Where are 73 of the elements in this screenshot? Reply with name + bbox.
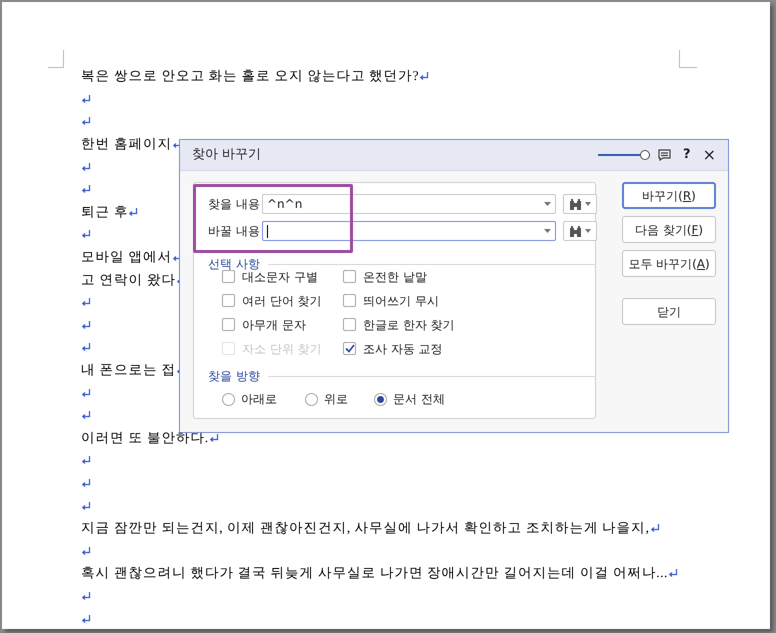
input-field[interactable]: ^n^n (262, 194, 556, 214)
paragraph-mark-icon (81, 590, 91, 601)
text-line: 퇴근 후 (81, 202, 128, 221)
paragraph-mark-icon (81, 478, 91, 488)
paragraph-mark-icon (81, 614, 91, 624)
checkbox[interactable] (222, 294, 235, 307)
checkbox-label[interactable]: 띄어쓰기 무시 (363, 292, 439, 310)
paragraph-mark-icon (650, 523, 660, 534)
paragraph-mark-icon (668, 568, 678, 578)
field-label: 찾을 내용 (208, 196, 261, 213)
paragraph-mark-icon (208, 432, 219, 443)
dropdown-arrow-icon[interactable] (544, 229, 551, 233)
paragraph-mark-icon (81, 342, 91, 352)
dropdown-arrow-icon[interactable] (544, 202, 551, 206)
dropdown-arrow-icon (585, 202, 591, 206)
paragraph-mark-icon (81, 116, 91, 126)
checkbox[interactable] (222, 270, 235, 283)
checkbox-label: 자소 단위 찾기 (242, 340, 322, 358)
checkbox-label[interactable]: 조사 자동 교정 (363, 340, 443, 358)
paragraph-mark-icon (128, 206, 138, 217)
text-line: 이러면 또 불안하다. (81, 428, 209, 447)
checkbox-label[interactable]: 온전한 낱말 (363, 268, 427, 286)
section-title: 찾을 방향 (208, 368, 260, 385)
radio-label[interactable]: 아래로 (241, 390, 277, 408)
comment-icon[interactable] (658, 149, 672, 161)
paragraph-mark-icon (419, 71, 430, 82)
section-title: 선택 사항 (208, 256, 260, 272)
checkbox[interactable] (343, 270, 356, 283)
checkbox[interactable] (222, 318, 235, 331)
checkbox-label[interactable]: 여러 단어 찾기 (242, 292, 322, 310)
dialog-button[interactable]: 다음 찾기(F) (622, 216, 716, 243)
paragraph-mark-icon (81, 546, 91, 556)
slider-thumb[interactable] (640, 150, 650, 160)
dialog-button[interactable]: 모두 바꾸기(A) (622, 250, 716, 277)
search-options-button[interactable] (563, 221, 597, 241)
checkbox-label[interactable]: 아무개 문자 (242, 316, 306, 334)
close-button[interactable]: × (702, 147, 716, 163)
text-line: 한번 홈페이지 (81, 134, 172, 153)
text-line: 복은 쌍으로 안오고 화는 홀로 오지 않는다고 했던가? (81, 67, 420, 86)
text-line: 모바일 앱에서 (81, 248, 172, 266)
corner-mark-icon (679, 50, 697, 68)
checkbox[interactable] (343, 294, 356, 307)
paragraph-mark-icon (81, 229, 91, 240)
window-title: 찾아 바꾸기 (192, 146, 262, 164)
paragraph-mark-icon (81, 162, 91, 172)
text-line: 혹시 괜찮으려니 했다가 결국 뒤늦게 사무실로 나가면 장애시간만 길어지는데 이걸 어쩌나... (81, 564, 668, 582)
paragraph-mark-icon (81, 297, 91, 308)
paragraph-mark-icon (81, 388, 91, 398)
help-button[interactable]: ? (683, 145, 691, 165)
checkbox-label[interactable]: 한글로 한자 찾기 (363, 316, 455, 334)
field-label: 바꿀 내용 (208, 223, 261, 240)
search-options-button[interactable] (563, 194, 597, 214)
paragraph-mark-icon (81, 500, 91, 511)
checkbox[interactable] (343, 318, 356, 331)
paragraph-mark-icon (81, 410, 91, 420)
dropdown-arrow-icon (585, 229, 591, 233)
radio-label[interactable]: 문서 전체 (393, 390, 445, 408)
text-line: 내 폰으로는 접 (81, 360, 176, 379)
paragraph-mark-icon (81, 455, 91, 466)
opacity-slider[interactable] (598, 150, 650, 160)
binoculars-icon (569, 198, 582, 210)
text-line: 고 연락이 왔다 (81, 270, 176, 289)
paragraph-mark-icon (81, 184, 91, 194)
checkbox[interactable] (343, 342, 356, 355)
binoculars-icon (569, 224, 582, 238)
text-line: 지금 잠깐만 되는건지, 이제 괜찮아진건지, 사무실에 나가서 확인하고 조치하는게 나을지, (81, 519, 650, 538)
input-field[interactable] (262, 221, 556, 241)
radio-label[interactable]: 위로 (324, 390, 348, 408)
dialog-button[interactable]: 바꾸기(R) (622, 182, 716, 209)
dialog-button[interactable]: 닫기 (622, 298, 716, 325)
paragraph-mark-icon (81, 94, 91, 104)
paragraph-mark-icon (81, 320, 91, 330)
corner-mark-icon (48, 50, 64, 68)
